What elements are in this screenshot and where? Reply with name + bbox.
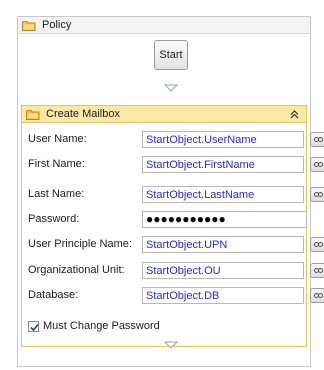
down-arrow-icon bbox=[164, 341, 178, 349]
activity-header: Create Mailbox bbox=[22, 106, 306, 123]
folder-icon bbox=[22, 20, 36, 31]
create-mailbox-activity[interactable]: Create Mailbox User Name: StartObject.Us… bbox=[21, 105, 324, 347]
upn-row: User Principle Name: StartObject.UPN bbox=[28, 236, 324, 253]
expression-editor-button[interactable] bbox=[310, 237, 324, 252]
last-name-row: Last Name: StartObject.LastName bbox=[28, 186, 324, 203]
first-name-label: First Name: bbox=[28, 158, 85, 170]
database-row: Database: StartObject.DB bbox=[28, 287, 324, 304]
upn-label: User Principle Name: bbox=[28, 238, 132, 250]
last-name-field[interactable]: StartObject.LastName bbox=[142, 186, 304, 203]
expression-editor-icon bbox=[314, 137, 323, 142]
down-arrow-icon bbox=[164, 84, 178, 92]
user-name-field[interactable]: StartObject.UserName bbox=[142, 131, 304, 148]
upn-field[interactable]: StartObject.UPN bbox=[142, 236, 304, 253]
expression-editor-icon bbox=[314, 192, 323, 197]
expression-editor-button[interactable] bbox=[310, 157, 324, 172]
policy-title: Policy bbox=[42, 19, 72, 31]
expression-editor-icon bbox=[314, 162, 323, 167]
password-row: Password: ●●●●●●●●●●● bbox=[28, 211, 307, 228]
policy-header: Policy bbox=[18, 17, 310, 34]
must-change-password-label: Must Change Password bbox=[43, 320, 160, 332]
password-label: Password: bbox=[28, 213, 80, 225]
double-chevron-up-icon[interactable] bbox=[290, 110, 299, 119]
user-name-label: User Name: bbox=[28, 133, 87, 145]
database-label: Database: bbox=[28, 289, 79, 301]
expression-editor-button[interactable] bbox=[310, 288, 324, 303]
first-name-row: First Name: StartObject.FirstName bbox=[28, 156, 324, 173]
ou-field[interactable]: StartObject.OU bbox=[142, 262, 304, 279]
last-name-label: Last Name: bbox=[28, 188, 85, 200]
expression-editor-button[interactable] bbox=[310, 132, 324, 147]
policy-workflow: Policy Start Create Mailbox User Name: S… bbox=[17, 16, 324, 367]
expression-editor-button[interactable] bbox=[310, 263, 324, 278]
expression-editor-button[interactable] bbox=[310, 187, 324, 202]
start-button[interactable]: Start bbox=[154, 40, 188, 70]
first-name-field[interactable]: StartObject.FirstName bbox=[142, 156, 304, 173]
expression-editor-icon bbox=[314, 268, 323, 273]
must-change-password-option[interactable]: Must Change Password bbox=[28, 319, 160, 333]
checkmark-icon bbox=[30, 323, 39, 331]
ou-row: Organizational Unit: StartObject.OU bbox=[28, 262, 324, 279]
activity-title: Create Mailbox bbox=[46, 108, 120, 120]
expression-editor-icon bbox=[314, 242, 323, 247]
folder-icon bbox=[26, 109, 40, 120]
password-field[interactable]: ●●●●●●●●●●● bbox=[142, 211, 307, 228]
expression-editor-icon bbox=[314, 293, 323, 298]
database-field[interactable]: StartObject.DB bbox=[142, 287, 304, 304]
user-name-row: User Name: StartObject.UserName bbox=[28, 131, 324, 148]
must-change-password-checkbox[interactable] bbox=[28, 320, 39, 332]
ou-label: Organizational Unit: bbox=[28, 264, 125, 276]
